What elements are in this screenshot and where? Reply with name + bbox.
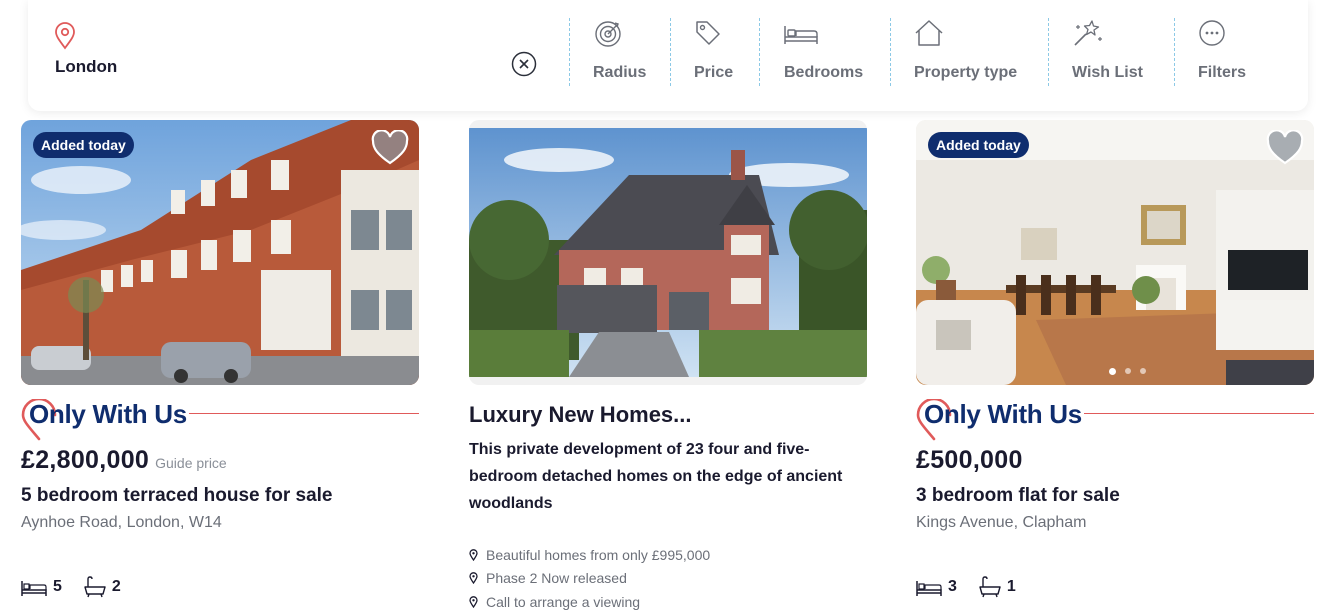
highlight-text: Phase 2 Now released	[486, 570, 627, 587]
added-today-badge: Added today	[33, 132, 134, 158]
listing-card[interactable]: Added today Only With Us £500,000 3 bedr…	[916, 120, 1314, 598]
price-filter-button[interactable]: Price	[694, 18, 733, 88]
listing-price: £500,000	[916, 446, 1023, 474]
bed-icon	[916, 581, 942, 596]
bedrooms-count: 5	[21, 577, 62, 597]
bedrooms-count: 3	[916, 577, 957, 597]
save-heart-icon[interactable]	[371, 130, 409, 166]
listing-address: Kings Avenue, Clapham	[916, 514, 1087, 531]
price-label: Price	[694, 64, 734, 81]
radius-target-icon	[595, 21, 621, 47]
added-today-badge: Added today	[928, 132, 1029, 158]
bedrooms-label: Bedrooms	[784, 64, 864, 81]
listing-features: 5 2	[21, 576, 143, 598]
new-home-image	[469, 128, 867, 377]
pin-bullet-icon	[469, 548, 478, 561]
only-with-us-tag: Only With Us	[21, 397, 419, 443]
listing-title[interactable]: 3 bedroom flat for sale	[916, 485, 1314, 507]
divider	[759, 18, 760, 86]
bedrooms-filter-button[interactable]: Bedrooms	[784, 18, 863, 88]
house-icon	[915, 20, 943, 46]
divider	[670, 18, 671, 86]
filters-label: Filters	[1198, 64, 1247, 81]
listing-price: £2,800,000	[21, 446, 150, 474]
photo-carousel-dots[interactable]	[1109, 368, 1146, 375]
pin-bullet-icon	[469, 572, 478, 585]
divider	[1048, 18, 1049, 86]
highlight-item: Call to arrange a viewing	[469, 590, 867, 612]
bedrooms-value: 3	[948, 578, 957, 595]
only-with-us-tag: Only With Us	[916, 397, 1314, 443]
highlight-item: Phase 2 Now released	[469, 567, 867, 591]
development-photo[interactable]	[469, 120, 867, 385]
highlight-item: Beautiful homes from only £995,000	[469, 543, 867, 567]
bath-icon	[979, 576, 1001, 598]
location-value: London	[55, 57, 118, 76]
bed-icon	[21, 581, 47, 596]
pin-bullet-icon	[469, 595, 478, 608]
development-highlights: Beautiful homes from only £995,000 Phase…	[469, 543, 867, 612]
listing-address: Aynhoe Road, London, W14	[21, 514, 222, 531]
bathrooms-count: 1	[979, 576, 1016, 598]
divider	[1174, 18, 1175, 86]
property-photo[interactable]: Added today	[21, 120, 419, 385]
listing-features: 3 1	[916, 576, 1038, 598]
radius-label: Radius	[593, 64, 647, 81]
wish-list-label: Wish List	[1072, 64, 1143, 81]
bathrooms-value: 1	[1006, 578, 1016, 595]
bathrooms-count: 2	[84, 576, 121, 598]
location-pin-icon	[55, 22, 75, 50]
development-card[interactable]: Luxury New Homes... This private develop…	[469, 120, 867, 612]
development-description: This private development of 23 four and …	[469, 441, 843, 512]
bathrooms-value: 2	[111, 578, 121, 595]
save-heart-icon[interactable]	[1266, 130, 1304, 166]
highlight-text: Beautiful homes from only £995,000	[486, 546, 711, 563]
more-dots-icon	[1199, 20, 1225, 46]
carousel-dot[interactable]	[1140, 368, 1146, 374]
bath-icon	[84, 576, 106, 598]
property-photo[interactable]: Added today	[916, 120, 1314, 385]
listing-card[interactable]: Added today Only With Us £2,800,000 Guid…	[21, 120, 419, 598]
highlight-text: Call to arrange a viewing	[486, 593, 641, 610]
divider	[569, 18, 570, 86]
magic-wand-icon	[1074, 20, 1102, 46]
property-type-filter-button[interactable]: Property type	[914, 18, 1017, 88]
price-qualifier: Guide price	[155, 455, 227, 471]
carousel-dot[interactable]	[1125, 368, 1131, 374]
carousel-dot-active[interactable]	[1109, 368, 1116, 375]
location-field[interactable]: London	[54, 22, 117, 76]
divider	[890, 18, 891, 86]
only-with-us-label: Only With Us	[29, 399, 187, 429]
tag-divider	[1084, 413, 1314, 414]
development-title[interactable]: Luxury New Homes...	[469, 402, 867, 428]
price-tag-icon	[696, 21, 720, 45]
tag-divider	[189, 413, 419, 414]
bed-icon	[784, 26, 818, 44]
terraced-street-image	[21, 120, 419, 385]
living-room-image	[916, 120, 1314, 385]
search-bar: London Radius Price Bedrooms Property ty…	[28, 0, 1308, 111]
radius-filter-button[interactable]: Radius	[593, 18, 646, 88]
bedrooms-value: 5	[53, 578, 62, 595]
clear-location-icon[interactable]	[511, 51, 537, 77]
listing-title[interactable]: 5 bedroom terraced house for sale	[21, 485, 419, 507]
wish-list-button[interactable]: Wish List	[1072, 18, 1143, 88]
property-type-label: Property type	[914, 64, 1018, 81]
only-with-us-label: Only With Us	[924, 399, 1082, 429]
more-filters-button[interactable]: Filters	[1198, 18, 1246, 88]
